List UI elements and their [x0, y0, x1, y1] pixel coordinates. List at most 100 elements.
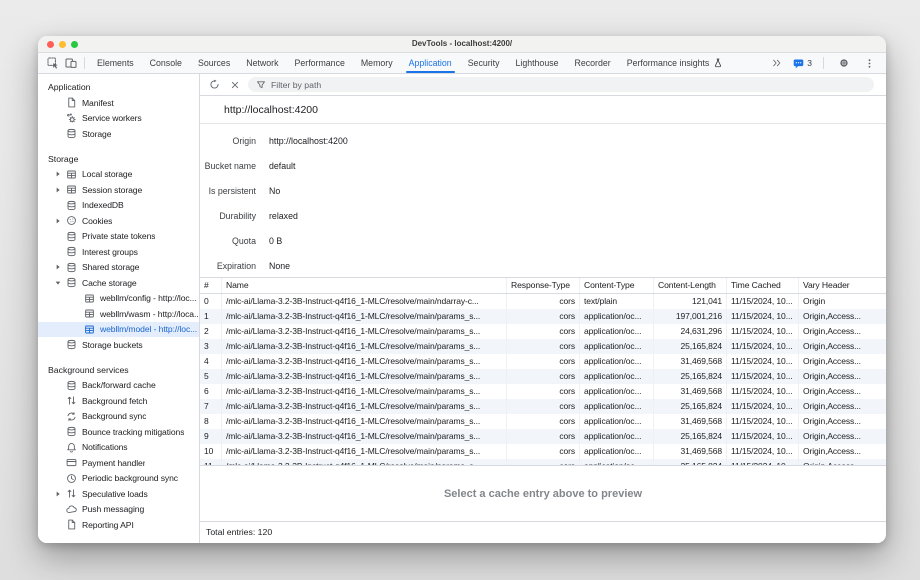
cell-time-cached: 11/15/2024, 10... — [727, 399, 799, 414]
column-header-content-type[interactable]: Content-Type — [580, 278, 654, 293]
sidebar-section-background-services: Background servicesBack/forward cacheBac… — [38, 363, 199, 533]
meta-row-expiration: ExpirationNone — [200, 253, 886, 278]
meta-label: Is persistent — [200, 186, 256, 196]
column-header-[interactable]: # — [200, 278, 222, 293]
tab-strip: ElementsConsoleSourcesNetworkPerformance… — [89, 53, 731, 73]
chevron-right-icon[interactable] — [54, 490, 66, 498]
sidebar-item-webllm-wasm-http-loca[interactable]: webllm/wasm - http://loca... — [38, 306, 199, 322]
column-header-vary-header[interactable]: Vary Header — [799, 278, 886, 293]
sidebar-item-reporting-api[interactable]: Reporting API — [38, 517, 199, 533]
sidebar-item-service-workers[interactable]: Service workers — [38, 111, 199, 127]
column-header-time-cached[interactable]: Time Cached — [727, 278, 799, 293]
chevron-down-icon[interactable] — [54, 279, 66, 287]
tab-console[interactable]: Console — [142, 53, 190, 73]
cache-entry-row[interactable]: 3/mlc-ai/Llama-3.2-3B-Instruct-q4f16_1-M… — [200, 339, 886, 354]
column-header-content-length[interactable]: Content-Length — [654, 278, 727, 293]
cell-content-length: 31,469,568 — [654, 354, 727, 369]
sidebar-item-notifications[interactable]: Notifications — [38, 440, 199, 456]
console-messages-button[interactable]: 3 — [793, 58, 812, 69]
tab-network[interactable]: Network — [238, 53, 286, 73]
sidebar-item-label: Reporting API — [82, 520, 134, 530]
tab-recorder[interactable]: Recorder — [567, 53, 619, 73]
device-toolbar-button[interactable] — [62, 55, 80, 72]
cell-vary: Origin,Access... — [799, 414, 886, 429]
cache-entry-row[interactable]: 6/mlc-ai/Llama-3.2-3B-Instruct-q4f16_1-M… — [200, 384, 886, 399]
desktop-background: DevTools - localhost:4200/ ElementsConso… — [0, 0, 920, 580]
tab-application[interactable]: Application — [401, 53, 460, 73]
cell-content-length: 25,165,824 — [654, 429, 727, 444]
sidebar-item-bounce-tracking-mitigations[interactable]: Bounce tracking mitigations — [38, 424, 199, 440]
sidebar-item-indexeddb[interactable]: IndexedDB — [38, 198, 199, 214]
sidebar: ApplicationManifestService workersStorag… — [38, 74, 200, 543]
sidebar-item-speculative-loads[interactable]: Speculative loads — [38, 486, 199, 502]
menu-button[interactable] — [860, 55, 878, 72]
cell-name: /mlc-ai/Llama-3.2-3B-Instruct-q4f16_1-ML… — [222, 354, 507, 369]
sidebar-item-background-fetch[interactable]: Background fetch — [38, 393, 199, 409]
close-button[interactable] — [47, 41, 54, 48]
more-tabs-button[interactable] — [768, 55, 786, 72]
sidebar-item-session-storage[interactable]: Session storage — [38, 182, 199, 198]
sidebar-item-storage-buckets[interactable]: Storage buckets — [38, 337, 199, 353]
sidebar-item-periodic-background-sync[interactable]: Periodic background sync — [38, 471, 199, 487]
tab-label: Sources — [198, 53, 230, 73]
minimize-button[interactable] — [59, 41, 66, 48]
sidebar-item-back-forward-cache[interactable]: Back/forward cache — [38, 378, 199, 394]
sidebar-item-interest-groups[interactable]: Interest groups — [38, 244, 199, 260]
cache-entry-row[interactable]: 5/mlc-ai/Llama-3.2-3B-Instruct-q4f16_1-M… — [200, 369, 886, 384]
cache-entry-row[interactable]: 4/mlc-ai/Llama-3.2-3B-Instruct-q4f16_1-M… — [200, 354, 886, 369]
sidebar-item-manifest[interactable]: Manifest — [38, 95, 199, 111]
chevron-right-icon[interactable] — [54, 170, 66, 178]
cache-entry-row[interactable]: 0/mlc-ai/Llama-3.2-3B-Instruct-q4f16_1-M… — [200, 294, 886, 309]
sidebar-item-label: Cache storage — [82, 278, 137, 288]
cache-entry-row[interactable]: 9/mlc-ai/Llama-3.2-3B-Instruct-q4f16_1-M… — [200, 429, 886, 444]
sidebar-item-storage[interactable]: Storage — [38, 126, 199, 142]
tab-label: Performance insights — [627, 53, 710, 73]
tab-elements[interactable]: Elements — [89, 53, 142, 73]
sidebar-item-shared-storage[interactable]: Shared storage — [38, 260, 199, 276]
sidebar-item-payment-handler[interactable]: Payment handler — [38, 455, 199, 471]
cell-num: 8 — [200, 414, 222, 429]
tab-security[interactable]: Security — [460, 53, 508, 73]
column-header-name[interactable]: Name — [222, 278, 507, 293]
cache-entry-row[interactable]: 7/mlc-ai/Llama-3.2-3B-Instruct-q4f16_1-M… — [200, 399, 886, 414]
tab-sources[interactable]: Sources — [190, 53, 238, 73]
cache-entry-row[interactable]: 11/mlc-ai/Llama-3.2-3B-Instruct-q4f16_1-… — [200, 459, 886, 466]
tab-performance[interactable]: Performance — [287, 53, 353, 73]
sidebar-item-cookies[interactable]: Cookies — [38, 213, 199, 229]
settings-button[interactable] — [835, 55, 853, 72]
column-header-response-type[interactable]: Response-Type — [507, 278, 580, 293]
sidebar-item-webllm-model-http-loc[interactable]: webllm/model - http://loc... — [38, 322, 199, 338]
meta-value: http://localhost:4200 — [269, 136, 348, 146]
inspect-element-button[interactable] — [44, 55, 62, 72]
chevron-right-icon[interactable] — [54, 263, 66, 271]
delete-selected-button[interactable] — [227, 77, 243, 93]
tab-performance-insights[interactable]: Performance insights — [619, 53, 732, 73]
cache-entry-row[interactable]: 2/mlc-ai/Llama-3.2-3B-Instruct-q4f16_1-M… — [200, 324, 886, 339]
cache-entry-row[interactable]: 8/mlc-ai/Llama-3.2-3B-Instruct-q4f16_1-M… — [200, 414, 886, 429]
chevron-right-icon[interactable] — [54, 217, 66, 225]
refresh-button[interactable] — [206, 77, 222, 93]
sidebar-item-background-sync[interactable]: Background sync — [38, 409, 199, 425]
meta-row-quota: Quota0 B — [200, 228, 886, 253]
database-icon — [66, 380, 77, 391]
cache-entry-row[interactable]: 1/mlc-ai/Llama-3.2-3B-Instruct-q4f16_1-M… — [200, 309, 886, 324]
cell-content-type: application/oc... — [580, 369, 654, 384]
sidebar-item-webllm-config-http-loc[interactable]: webllm/config - http://loc... — [38, 291, 199, 307]
zoom-button[interactable] — [71, 41, 78, 48]
cell-content-length: 25,165,824 — [654, 399, 727, 414]
tab-lighthouse[interactable]: Lighthouse — [507, 53, 566, 73]
tab-memory[interactable]: Memory — [353, 53, 401, 73]
sidebar-item-private-state-tokens[interactable]: Private state tokens — [38, 229, 199, 245]
cache-table: #NameResponse-TypeContent-TypeContent-Le… — [200, 277, 886, 466]
filter-input[interactable]: Filter by path — [248, 77, 874, 92]
sidebar-item-push-messaging[interactable]: Push messaging — [38, 502, 199, 518]
sidebar-item-label: Background sync — [82, 411, 146, 421]
cache-entry-row[interactable]: 10/mlc-ai/Llama-3.2-3B-Instruct-q4f16_1-… — [200, 444, 886, 459]
sidebar-item-cache-storage[interactable]: Cache storage — [38, 275, 199, 291]
sidebar-section-title: Storage — [38, 152, 199, 167]
cell-num: 2 — [200, 324, 222, 339]
sidebar-item-local-storage[interactable]: Local storage — [38, 167, 199, 183]
cell-time-cached: 11/15/2024, 10... — [727, 459, 799, 466]
cell-time-cached: 11/15/2024, 10... — [727, 324, 799, 339]
chevron-right-icon[interactable] — [54, 186, 66, 194]
